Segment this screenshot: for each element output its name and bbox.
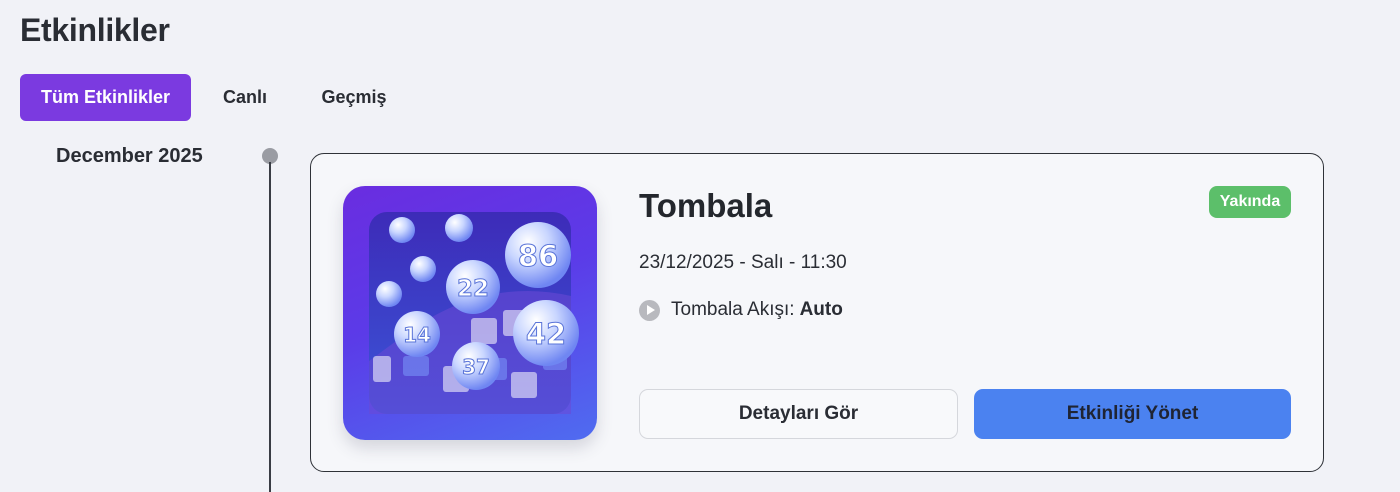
event-thumbnail: 86 22 14 42 37 xyxy=(343,186,597,440)
event-title: Tombala xyxy=(639,187,773,224)
tab-live[interactable]: Canlı xyxy=(191,74,299,121)
event-date: 23/12/2025 - Salı - 11:30 xyxy=(639,252,847,273)
bingo-balls-image: 86 22 14 42 37 xyxy=(369,212,579,414)
event-card: 86 22 14 42 37 Tombala Yakında 23/12/202… xyxy=(310,153,1324,472)
tab-all-events[interactable]: Tüm Etkinlikler xyxy=(20,74,191,121)
flow-label: Tombala Akışı: xyxy=(671,299,795,320)
page-title: Etkinlikler xyxy=(20,12,170,48)
ball-number: 14 xyxy=(403,323,431,347)
view-details-button[interactable]: Detayları Gör xyxy=(639,389,958,439)
manage-event-button[interactable]: Etkinliği Yönet xyxy=(974,389,1291,439)
ball-number: 86 xyxy=(518,239,558,273)
flow-row: Tombala Akışı: Auto xyxy=(639,299,843,321)
tab-past[interactable]: Geçmiş xyxy=(299,74,409,121)
timeline-line xyxy=(269,162,271,492)
timeline-month-label: December 2025 xyxy=(56,145,203,167)
ball-number: 37 xyxy=(462,355,490,379)
flow-value: Auto xyxy=(799,299,843,320)
play-circle-icon xyxy=(639,299,660,321)
ball-number: 42 xyxy=(526,317,566,351)
filter-tabs: Tüm Etkinlikler Canlı Geçmiş xyxy=(20,74,409,121)
ball-number: 22 xyxy=(457,276,489,302)
status-badge: Yakında xyxy=(1209,186,1291,218)
